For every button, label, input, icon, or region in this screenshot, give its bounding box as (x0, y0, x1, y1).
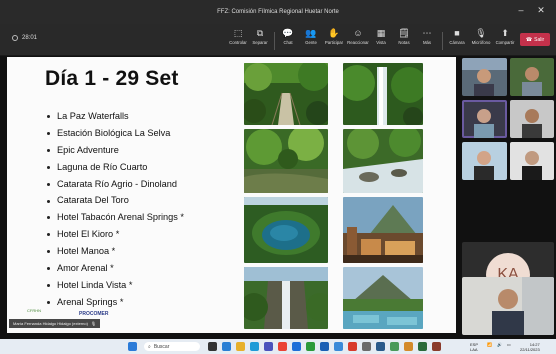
list-item: Hotel Manoa * (47, 243, 184, 260)
close-button[interactable]: ✕ (534, 5, 548, 16)
self-video[interactable] (462, 277, 554, 335)
folder-icon[interactable] (236, 342, 245, 351)
edge-icon[interactable] (250, 342, 259, 351)
more-button[interactable]: ⋯ Más (416, 27, 438, 55)
windows-taskbar: ⌕ Buscar ESP LAA 📶 🔊 ▭ 14:27 22/11/2023 (0, 339, 556, 354)
teams-window: FFZ: Comisión Fílmica Regional Huetar No… (0, 0, 556, 354)
grid-icon: ▦ (376, 28, 386, 38)
shared-slide: Día 1 - 29 Set La Paz Waterfalls Estació… (7, 57, 456, 333)
chat-icon: 💬 (282, 28, 294, 38)
timer-text: 28:01 (22, 35, 38, 41)
notes-icon: 🗒 (398, 28, 410, 38)
language-indicator[interactable]: ESP LAA (470, 342, 478, 352)
procomer-logo: PROCOMER (79, 311, 109, 317)
list-item: Hotel Tabacón Arenal Springs * (47, 209, 184, 226)
taskbar-search[interactable]: ⌕ Buscar (144, 342, 200, 351)
presenter-label: María Fernanda Hidalgo Hidalgo (externo)… (9, 319, 101, 328)
list-item: Arenal Springs * (47, 294, 184, 311)
outlook-icon[interactable] (292, 342, 301, 351)
list-item: La Paz Waterfalls (47, 108, 184, 125)
photo-crater-lake (244, 197, 328, 263)
teams-icon[interactable] (264, 342, 273, 351)
task-view-icon[interactable] (208, 342, 217, 351)
wifi-icon[interactable]: 📶 (487, 342, 492, 347)
title-bar: FFZ: Comisión Fílmica Regional Huetar No… (0, 0, 556, 24)
people-icon: 👥 (305, 28, 317, 38)
photo-river-rocks (343, 129, 423, 193)
app-icon[interactable] (222, 342, 231, 351)
phone-icon: ☎ (525, 36, 533, 43)
list-item: Epic Adventure (47, 142, 184, 159)
taskbar-clock[interactable]: 14:27 22/11/2023 (520, 342, 540, 352)
smile-icon: ☺ (353, 28, 363, 38)
share-screen-button[interactable]: ⬆ Compartir (494, 27, 516, 55)
list-item: Catarata Del Toro (47, 192, 184, 209)
mail-icon[interactable] (334, 342, 343, 351)
app-icon[interactable] (390, 342, 399, 351)
app-icon[interactable] (418, 342, 427, 351)
leave-button[interactable]: ☎ Salir (520, 33, 550, 46)
photo-waterfall-forest (343, 63, 423, 125)
slide-title: Día 1 - 29 Set (45, 67, 179, 90)
mic-muted-icon: 🎙 (90, 321, 97, 326)
windows-start-icon[interactable] (128, 342, 137, 351)
cfrhn-logo: CFRHN (27, 308, 41, 313)
word-icon[interactable] (320, 342, 329, 351)
list-item: Hotel El Kioro * (47, 226, 184, 243)
participant-video[interactable] (462, 58, 507, 96)
photo-waterfall-cliff (244, 267, 328, 329)
photo-hotel-arenal (343, 197, 423, 263)
app-icon[interactable] (362, 342, 371, 351)
controls-icon: ⬚ (233, 28, 243, 38)
excel-icon[interactable] (306, 342, 315, 351)
camera-icon: ■ (454, 28, 460, 38)
separate-button[interactable]: ⧉ Separar (249, 27, 271, 55)
meeting-timer: 28:01 (12, 35, 37, 41)
ellipsis-icon: ⋯ (422, 28, 432, 38)
microphone-icon: 🎙 (475, 28, 487, 38)
meeting-toolbar: 28:01 ⬚ Controlar ⧉ Separar 💬 Chat 👥 Gen… (0, 24, 556, 56)
app-icon[interactable] (404, 342, 413, 351)
photo-jungle-river (244, 129, 328, 193)
participant-video[interactable] (510, 58, 554, 96)
share-icon: ⬆ (501, 28, 509, 38)
hand-icon: ✋ (328, 28, 340, 38)
photo-hanging-bridge (244, 63, 328, 125)
battery-icon[interactable]: ▭ (507, 342, 511, 347)
meeting-stage: Día 1 - 29 Set La Paz Waterfalls Estació… (0, 56, 556, 339)
participant-video[interactable] (462, 100, 507, 138)
participant-video[interactable] (462, 142, 507, 180)
separate-icon: ⧉ (256, 28, 264, 38)
slide-bullet-list: La Paz Waterfalls Estación Biológica La … (47, 108, 184, 311)
list-item: Hotel Linda Vista * (47, 277, 184, 294)
app-icon[interactable] (376, 342, 385, 351)
list-item: Amor Arenal * (47, 260, 184, 277)
window-title: FFZ: Comisión Fílmica Regional Huetar No… (217, 9, 339, 15)
app-icon[interactable] (432, 342, 441, 351)
list-item: Catarata Río Agrio - Dinoland (47, 176, 184, 193)
pdf-icon[interactable] (348, 342, 357, 351)
participant-video[interactable] (510, 142, 554, 180)
minimize-button[interactable]: – (514, 5, 528, 15)
photo-volcano-pool (343, 267, 423, 329)
search-icon: ⌕ (148, 343, 151, 350)
chrome-icon[interactable] (278, 342, 287, 351)
list-item: Laguna de Río Cuarto (47, 159, 184, 176)
shield-icon (12, 35, 18, 41)
participant-video[interactable] (510, 100, 554, 138)
list-item: Estación Biológica La Selva (47, 125, 184, 142)
volume-icon[interactable]: 🔊 (497, 342, 502, 347)
